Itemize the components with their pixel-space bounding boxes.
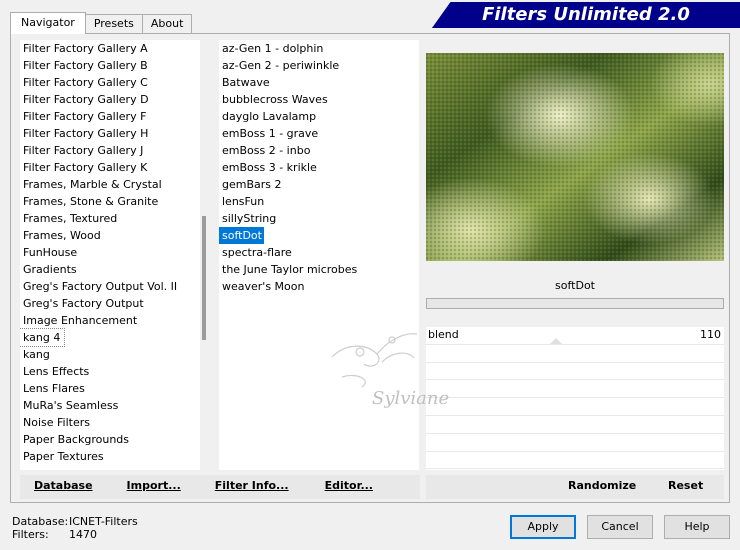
filter-item[interactable]: weaver's Moon [219,278,419,295]
filter-list[interactable]: az-Gen 1 - dolphin az-Gen 2 - periwinkle B… [219,40,419,470]
database-label: Database: [12,515,69,528]
filters-count-value: 1470 [69,528,97,541]
category-item[interactable]: kang [20,346,208,363]
tab-presets[interactable]: Presets [84,14,143,34]
preview-image [426,53,724,261]
category-item[interactable]: Filter Factory Gallery F [20,108,208,125]
reset-button[interactable]: Reset [668,475,703,497]
database-value: ICNET-Filters [69,515,138,528]
category-item[interactable]: Lens Flares [20,380,208,397]
filters-count-label: Filters: [12,528,49,541]
category-item[interactable]: Noise Filters [20,414,208,431]
category-item[interactable]: Paper Textures [20,448,208,465]
filter-item[interactable]: az-Gen 2 - periwinkle [219,57,419,74]
filter-item[interactable]: spectra-flare [219,244,419,261]
category-scroll-thumb[interactable] [202,216,206,340]
cancel-button[interactable]: Cancel [587,515,653,539]
filter-item[interactable]: emBoss 1 - grave [219,125,419,142]
tab-strip: Navigator Presets About [10,12,193,34]
help-button[interactable]: Help [664,515,730,539]
navigator-panel: Filter Factory Gallery A Filter Factory G… [10,33,730,503]
parameter-sliders[interactable]: blend 110 [426,327,724,470]
category-item[interactable]: Lens Effects [20,363,208,380]
filter-item[interactable]: the June Taylor microbes [219,261,419,278]
apply-button[interactable]: Apply [510,515,576,539]
category-item[interactable]: Filter Factory Gallery B [20,57,208,74]
navigator-toolbar: Database Import... Filter Info... Editor… [20,475,420,499]
parameter-row-empty [426,416,724,434]
parameter-row-empty [426,398,724,416]
randomize-button[interactable]: Randomize [568,475,636,497]
filter-item[interactable]: emBoss 3 - krikle [219,159,419,176]
filter-item[interactable]: Batwave [219,74,419,91]
parameter-value: 110 [700,328,721,341]
category-item[interactable]: Frames, Wood [20,227,208,244]
category-item[interactable]: MuRa's Seamless [20,397,208,414]
category-item[interactable]: Greg's Factory Output Vol. II [20,278,208,295]
category-item[interactable]: Frames, Textured [20,210,208,227]
filter-info-button[interactable]: Filter Info... [195,475,303,499]
filter-item[interactable]: sillyString [219,210,419,227]
category-item[interactable]: FunHouse [20,244,208,261]
category-item[interactable]: Filter Factory Gallery J [20,142,208,159]
category-item[interactable]: Filter Factory Gallery D [20,91,208,108]
app-title-banner: Filters Unlimited 2.0 [432,2,740,28]
parameter-label: blend [428,328,459,341]
parameter-row[interactable]: blend 110 [426,327,724,345]
filter-item[interactable]: dayglo Lavalamp [219,108,419,125]
filter-item[interactable]: bubblecross Waves [219,91,419,108]
category-scrollbar[interactable] [200,40,209,470]
category-item[interactable]: Filter Factory Gallery H [20,125,208,142]
selected-filter-name: softDot [555,279,595,292]
tab-navigator[interactable]: Navigator [10,12,86,34]
category-item[interactable]: Filter Factory Gallery K [20,159,208,176]
progress-bar [426,298,724,309]
preview-toolbar: Randomize Reset [426,475,724,499]
tab-about[interactable]: About [141,14,193,34]
category-item[interactable]: Frames, Marble & Crystal [20,176,208,193]
parameter-row-empty [426,452,724,470]
editor-button[interactable]: Editor... [303,475,387,499]
filter-preview [426,53,724,261]
import-button[interactable]: Import... [107,475,195,499]
category-item[interactable]: Gradients [20,261,208,278]
category-item[interactable]: Greg's Factory Output [20,295,208,312]
category-item[interactable]: Image Enhancement [20,312,208,329]
category-item[interactable]: Filter Factory Gallery C [20,74,208,91]
category-item[interactable]: Filter Factory Gallery A [20,40,208,57]
filter-item[interactable]: lensFun [219,193,419,210]
database-button[interactable]: Database [20,475,107,499]
parameter-row-empty [426,345,724,363]
category-item[interactable]: Paper Backgrounds [20,431,208,448]
filter-item[interactable]: gemBars 2 [219,176,419,193]
parameter-row-empty [426,380,724,399]
filter-item[interactable]: softDot [219,227,264,244]
filter-item[interactable]: emBoss 2 - inbo [219,142,419,159]
parameter-row-empty [426,434,724,452]
parameter-row-empty [426,363,724,381]
slider-thumb-icon[interactable] [550,338,562,344]
category-item[interactable]: Frames, Stone & Granite [20,193,208,210]
category-item[interactable]: kang 4 [20,328,66,347]
category-list[interactable]: Filter Factory Gallery A Filter Factory G… [20,40,208,470]
filter-item[interactable]: az-Gen 1 - dolphin [219,40,419,57]
status-info: Database: ICNET-Filters Filters: 1470 [12,515,138,541]
